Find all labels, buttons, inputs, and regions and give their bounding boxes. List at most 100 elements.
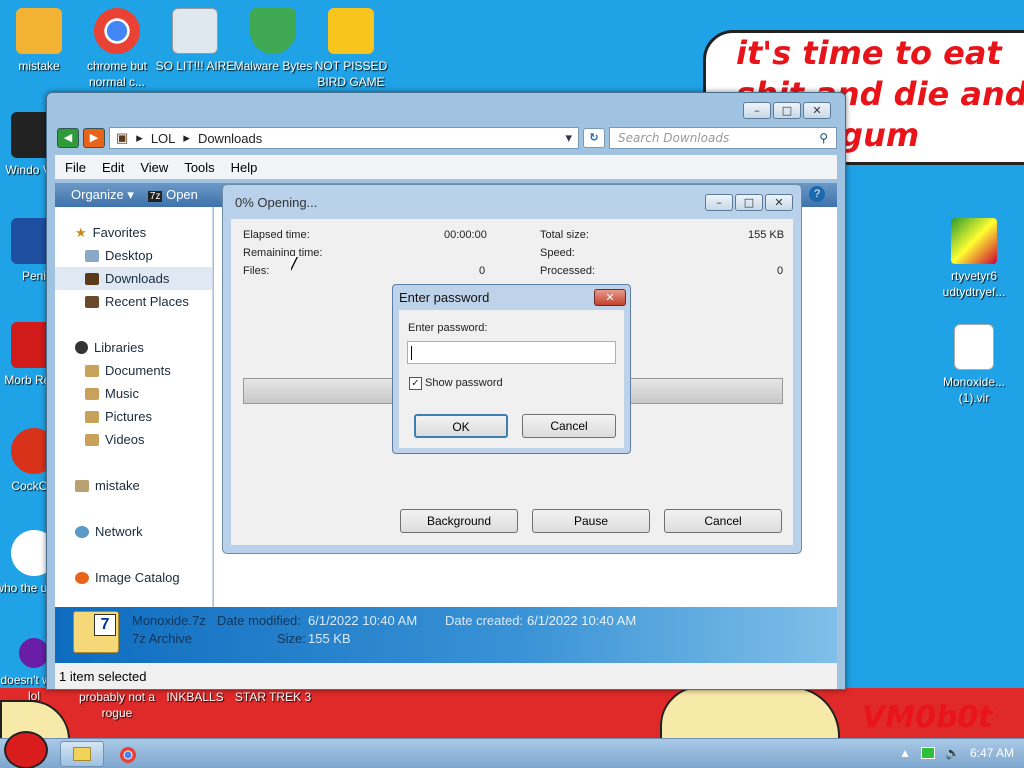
taskbar-explorer-button[interactable] <box>60 741 104 767</box>
maximize-button[interactable]: □ <box>735 194 763 211</box>
clock[interactable]: 6:47 AM <box>970 746 1014 760</box>
desktop-icon-label: SO LIT!!! AIRE <box>155 59 235 73</box>
desktop-icon-inkballs[interactable]: INKBALLS <box>155 689 235 705</box>
menu-view[interactable]: View <box>140 160 168 175</box>
show-password-checkbox[interactable]: ✓ <box>409 377 422 390</box>
breadcrumb-downloads[interactable]: Downloads <box>198 131 262 146</box>
details-modified-value: 6/1/2022 10:40 AM <box>308 613 418 628</box>
cancel-button[interactable]: Cancel <box>664 509 782 533</box>
nav-pictures[interactable]: Pictures <box>55 405 212 428</box>
close-button[interactable]: ✕ <box>765 194 793 211</box>
menu-help[interactable]: Help <box>231 160 258 175</box>
help-icon[interactable]: ? <box>809 186 825 202</box>
menu-tools[interactable]: Tools <box>184 160 214 175</box>
forward-arrow-icon[interactable]: ▶ <box>83 128 105 148</box>
breadcrumb-lol[interactable]: LOL <box>151 131 176 146</box>
nav-network[interactable]: Network <box>55 520 212 543</box>
desktop-icon-probably-not-rogue[interactable]: probably not a rogue <box>77 689 157 721</box>
back-arrow-icon[interactable]: ◀ <box>57 128 79 148</box>
background-button[interactable]: Background <box>400 509 518 533</box>
nav-label: Videos <box>105 432 145 447</box>
menu-bar: File Edit View Tools Help <box>55 155 837 179</box>
elapsed-label: Elapsed time: <box>243 229 310 241</box>
status-bar: 1 item selected <box>55 663 837 689</box>
cards-icon <box>172 8 218 54</box>
details-size-value: 155 KB <box>308 631 351 646</box>
window-titlebar[interactable] <box>47 93 845 123</box>
desktop-icon-solitaire[interactable]: SO LIT!!! AIRE <box>155 8 235 74</box>
open-button[interactable]: 7z Open <box>147 187 198 203</box>
navigation-pane: ★ Favorites Desktop Downloads Recent Plac… <box>55 207 213 611</box>
close-button[interactable]: ✕ <box>803 102 831 119</box>
desktop-icon-bird-game[interactable]: NOT PISSED BIRD GAME <box>311 8 391 90</box>
nav-videos[interactable]: Videos <box>55 428 212 451</box>
system-tray: ▲ 🔈 6:47 AM <box>899 746 1014 760</box>
desktop-icon-monoxide-vir[interactable]: Monoxide... (1).vir <box>934 324 1014 406</box>
desktop-icon-rtyvetyr6[interactable]: rtyvetyr6 udtydtryef... <box>934 218 1014 300</box>
desktop-icon-mistake[interactable]: mistake <box>0 8 79 74</box>
details-created-value: 6/1/2022 10:40 AM <box>527 613 637 628</box>
nav-documents[interactable]: Documents <box>55 359 212 382</box>
close-icon[interactable]: ✕ <box>594 289 626 306</box>
menu-file[interactable]: File <box>65 160 86 175</box>
nav-label: Image Catalog <box>95 570 180 585</box>
processed-label: Processed: <box>540 265 596 277</box>
menu-edit[interactable]: Edit <box>102 160 124 175</box>
colorful-app-icon <box>951 218 997 264</box>
dropdown-chevron-icon[interactable]: ▾ <box>565 130 572 146</box>
nav-label: Libraries <box>94 340 144 355</box>
volume-icon[interactable]: 🔈 <box>945 746 960 760</box>
speed-label: Speed: <box>540 247 575 259</box>
pause-button[interactable]: Pause <box>532 509 650 533</box>
nav-downloads[interactable]: Downloads <box>55 267 212 290</box>
nav-recent-places[interactable]: Recent Places <box>55 290 212 313</box>
network-icon[interactable] <box>921 747 936 759</box>
nav-label: Recent Places <box>105 294 189 309</box>
minimize-button[interactable]: – <box>705 194 733 211</box>
desktop-icon-chrome[interactable]: chrome but normal c... <box>77 8 157 90</box>
maximize-button[interactable]: □ <box>773 102 801 119</box>
details-filetype: 7z Archive <box>132 631 192 646</box>
ok-button[interactable]: OK <box>414 414 508 438</box>
desktop-icon <box>85 249 99 262</box>
show-password-label[interactable]: Show password <box>425 377 503 389</box>
search-icon[interactable]: ⚲ <box>819 131 828 145</box>
music-icon <box>85 387 99 400</box>
nav-desktop[interactable]: Desktop <box>55 244 212 267</box>
nav-favorites[interactable]: ★ Favorites <box>55 221 212 244</box>
archive-file-icon: 7 <box>73 611 119 653</box>
progress-title: 0% Opening... <box>235 195 318 210</box>
window-controls: – □ ✕ <box>743 102 831 119</box>
nav-music[interactable]: Music <box>55 382 212 405</box>
recent-places-icon <box>85 295 99 308</box>
minimize-button[interactable]: – <box>743 102 771 119</box>
search-input[interactable]: Search Downloads ⚲ <box>609 127 837 149</box>
chrome-icon <box>94 8 140 54</box>
password-input[interactable] <box>407 341 616 364</box>
processed-value: 0 <box>777 265 784 277</box>
start-button-angry-bird-icon[interactable] <box>4 731 48 768</box>
desktop-icon-label: Monoxide... (1).vir <box>942 375 1006 405</box>
cancel-button[interactable]: Cancel <box>522 414 616 438</box>
refresh-icon[interactable]: ↻ <box>583 128 605 148</box>
videos-icon <box>85 433 99 446</box>
progress-window-controls: – □ ✕ <box>705 194 793 211</box>
desktop-icon-star-trek[interactable]: STAR TREK 3 <box>233 689 313 705</box>
organize-button[interactable]: Organize ▾ <box>71 187 134 203</box>
password-dialog-body: Enter password: ✓ Show password OK Cance… <box>399 310 624 448</box>
address-bar[interactable]: ▣ ▸ LOL ▸ Downloads ▾ <box>109 127 579 149</box>
nav-label: Desktop <box>105 248 153 263</box>
nav-mistake[interactable]: mistake <box>55 474 212 497</box>
elapsed-value: 00:00:00 <box>444 229 487 241</box>
desktop-icon-malwarebytes[interactable]: Malware Bytes <box>233 8 313 74</box>
downloads-icon <box>85 272 99 285</box>
breadcrumb-separator-icon: ▸ <box>136 130 143 145</box>
show-hidden-icons-icon[interactable]: ▲ <box>899 746 911 760</box>
nav-image-catalog[interactable]: Image Catalog <box>55 566 212 589</box>
folder-icon <box>73 747 91 761</box>
pictures-icon <box>85 410 99 423</box>
taskbar-chrome-button[interactable] <box>108 741 148 767</box>
image-catalog-icon <box>75 571 89 584</box>
7z-icon: 7z <box>147 191 163 202</box>
nav-libraries[interactable]: Libraries <box>55 336 212 359</box>
